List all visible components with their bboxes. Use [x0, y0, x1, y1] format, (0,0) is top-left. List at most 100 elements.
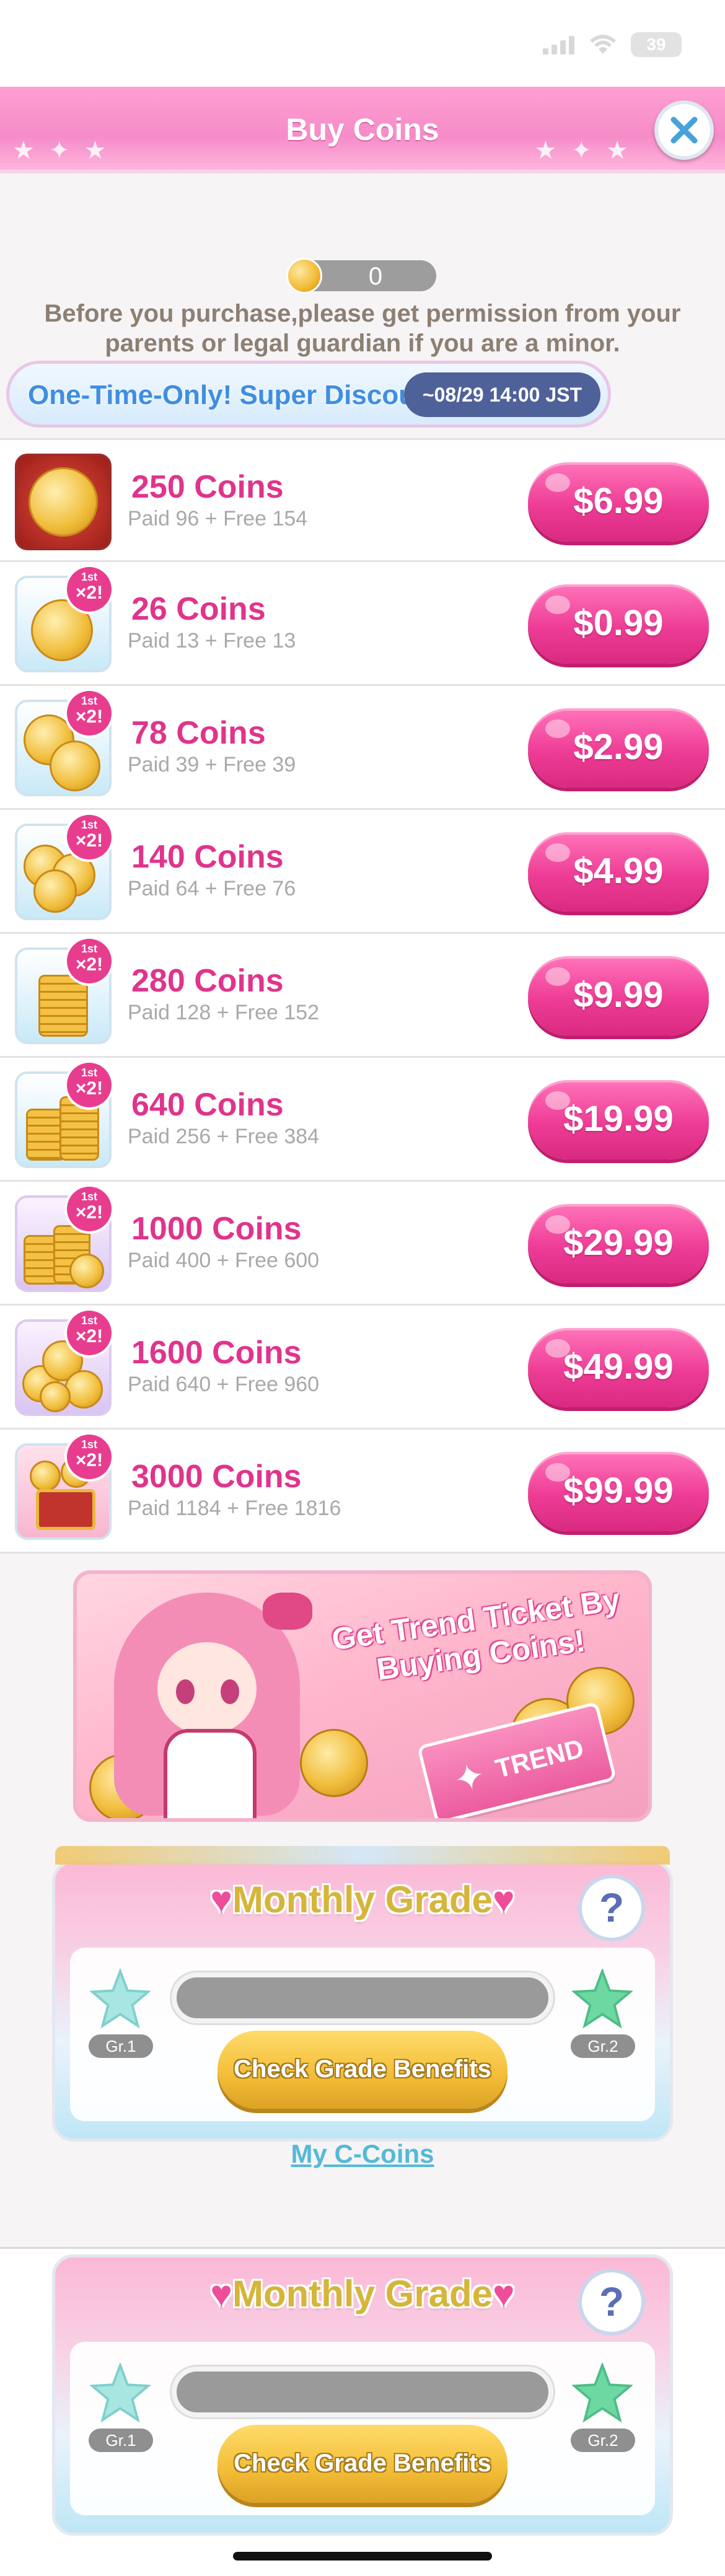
monthly-grade-title-text: Monthly Grade: [232, 2273, 493, 2314]
my-c-coins-link[interactable]: My C-Coins: [0, 2139, 725, 2169]
bonus-badge-bottom: ×2!: [75, 830, 103, 851]
price-button[interactable]: $19.99: [528, 1080, 709, 1159]
heart-icon: ♥: [493, 2273, 515, 2314]
coin-package-title: 3000 Coins: [131, 1459, 302, 1495]
bonus-badge-top: 1st: [81, 571, 97, 583]
price-button[interactable]: $29.99: [528, 1204, 709, 1283]
bonus-badge-bottom: ×2!: [75, 1450, 103, 1470]
coin-package-title: 78 Coins: [131, 715, 266, 751]
current-grade-label: Gr.1: [89, 2429, 153, 2452]
bonus-badge-top: 1st: [81, 1190, 97, 1203]
monthly-grade-title: ♥Monthly Grade♥: [55, 1878, 670, 1921]
coin-package-detail: Paid 1184 + Free 1816: [128, 1497, 341, 1520]
discount-banner: One-Time-Only! Super Discount♥ ~08/29 14…: [6, 361, 611, 428]
coin-package-row[interactable]: 1st ×2! 78 Coins Paid 39 + Free 39 $2.99: [0, 686, 725, 810]
coin-package-row[interactable]: 1st ×2! 1000 Coins Paid 400 + Free 600 $…: [0, 1182, 725, 1306]
coin-package-row[interactable]: 1st ×2! 140 Coins Paid 64 + Free 76 $4.9…: [0, 810, 725, 934]
eye-icon: [221, 1679, 239, 1704]
first-purchase-bonus-badge: 1st ×2!: [67, 815, 112, 859]
star-icon: [90, 2363, 151, 2423]
coin-package-row[interactable]: 1st ×2! 280 Coins Paid 128 + Free 152 $9…: [0, 934, 725, 1058]
check-grade-benefits-button[interactable]: Check Grade Benefits: [218, 2031, 508, 2109]
heart-icon: ♥: [210, 1879, 232, 1920]
bonus-badge-top: 1st: [81, 819, 97, 831]
help-button[interactable]: ?: [578, 1875, 645, 1941]
parental-notice: Before you purchase,please get permissio…: [44, 300, 681, 357]
price-button[interactable]: $6.99: [528, 462, 709, 542]
eye-icon: [176, 1679, 195, 1704]
discount-label-text: One-Time-Only! Super Discount: [28, 380, 441, 410]
sparkle-icon: ✦: [449, 1754, 490, 1802]
star-icon: [90, 1969, 151, 2029]
coin-package-detail: Paid 640 + Free 960: [128, 1373, 320, 1396]
coin-package-detail: Paid 39 + Free 39: [128, 753, 296, 776]
price-button[interactable]: $0.99: [528, 584, 709, 664]
check-grade-benefits-button[interactable]: Check Grade Benefits: [218, 2425, 508, 2503]
coin-package-row[interactable]: 1st ×2! 640 Coins Paid 256 + Free 384 $1…: [0, 1058, 725, 1182]
current-grade-label: Gr.1: [89, 2034, 153, 2058]
coin-package-title: 140 Coins: [131, 839, 284, 875]
bonus-badge-bottom: ×2!: [75, 1326, 103, 1347]
discount-label: One-Time-Only! Super Discount♥: [28, 380, 457, 411]
next-grade-label: Gr.2: [571, 2034, 635, 2058]
coin-icon: [286, 258, 322, 294]
coin-package-list: 250 Coins Paid 96 + Free 154 $6.99 1st ×…: [0, 438, 725, 1554]
coin-package-row[interactable]: 1st ×2! 3000 Coins Paid 1184 + Free 1816…: [0, 1430, 725, 1554]
close-button[interactable]: [654, 100, 714, 160]
wifi-icon: [590, 35, 616, 54]
bonus-badge-bottom: ×2!: [75, 1202, 103, 1223]
coin-package-detail: Paid 64 + Free 76: [128, 877, 296, 900]
coin-package-title: 26 Coins: [131, 591, 266, 627]
bonus-badge-top: 1st: [81, 1438, 97, 1451]
coin-package-title: 1000 Coins: [131, 1211, 302, 1247]
coin-package-row[interactable]: 1st ×2! 26 Coins Paid 13 + Free 13 $0.99: [0, 562, 725, 686]
bonus-badge-bottom: ×2!: [75, 954, 103, 975]
star-icon: [572, 2363, 633, 2423]
coin-package-row[interactable]: 1st ×2! 1600 Coins Paid 640 + Free 960 $…: [0, 1306, 725, 1430]
trend-ticket-label: TREND: [492, 1733, 587, 1783]
monthly-grade-title: ♥Monthly Grade♥: [55, 2272, 670, 2315]
hair-bow-icon: [263, 1593, 312, 1630]
price-button[interactable]: $9.99: [528, 956, 709, 1035]
price-button[interactable]: $49.99: [528, 1328, 709, 1407]
coin-package-detail: Paid 256 + Free 384: [128, 1125, 320, 1148]
discount-deadline: ~08/29 14:00 JST: [403, 372, 600, 417]
home-indicator[interactable]: [233, 2552, 492, 2561]
character-dress: [164, 1729, 257, 1818]
bonus-badge-bottom: ×2!: [75, 706, 103, 727]
monthly-grade-card: ♥Monthly Grade♥ ? Gr.1 Gr.2 Check Grade …: [52, 1846, 673, 2142]
price-button[interactable]: $99.99: [528, 1452, 709, 1531]
coin-balance: 0: [286, 258, 436, 294]
trend-ticket-banner[interactable]: Get Trend Ticket By Buying Coins! ✦ TREN…: [73, 1570, 652, 1822]
first-purchase-bonus-badge: 1st ×2!: [67, 939, 112, 983]
coin-package-title: 640 Coins: [131, 1087, 284, 1123]
bonus-badge-bottom: ×2!: [75, 582, 103, 603]
coin-package-title: 1600 Coins: [131, 1335, 302, 1371]
coin-package-title: 250 Coins: [131, 469, 284, 505]
status-icons: 39: [543, 32, 682, 57]
coin-package-title: 280 Coins: [131, 963, 284, 999]
first-purchase-bonus-badge: 1st ×2!: [67, 1187, 112, 1231]
star-icon: [572, 1969, 633, 2029]
coin-package-detail: Paid 13 + Free 13: [128, 629, 296, 653]
bonus-badge-top: 1st: [81, 943, 97, 955]
heart-icon: ♥: [210, 2273, 232, 2314]
first-purchase-bonus-badge: 1st ×2!: [67, 1435, 112, 1479]
first-purchase-bonus-badge: 1st ×2!: [67, 1311, 112, 1355]
coin-package-detail: Paid 128 + Free 152: [128, 1001, 320, 1024]
coin-package-row[interactable]: 250 Coins Paid 96 + Free 154 $6.99: [0, 438, 725, 562]
grade-progress-bar: [172, 1972, 553, 2023]
coin-balance-value: 0: [368, 263, 383, 290]
coin-icon: [300, 1729, 368, 1797]
heart-icon: ♥: [493, 1879, 515, 1920]
monthly-grade-card: ♥Monthly Grade♥ ? Gr.1 Gr.2 Check Grade …: [52, 2254, 673, 2536]
first-purchase-bonus-badge: 1st ×2!: [67, 1063, 112, 1107]
price-button[interactable]: $2.99: [528, 708, 709, 788]
coin-medallion-icon: [15, 454, 112, 550]
grade-progress-bar: [172, 2367, 553, 2417]
price-button[interactable]: $4.99: [528, 832, 709, 912]
battery-icon: 39: [631, 32, 682, 57]
first-purchase-bonus-badge: 1st ×2!: [67, 691, 112, 736]
help-button[interactable]: ?: [578, 2269, 645, 2336]
next-grade-label: Gr.2: [571, 2429, 635, 2452]
